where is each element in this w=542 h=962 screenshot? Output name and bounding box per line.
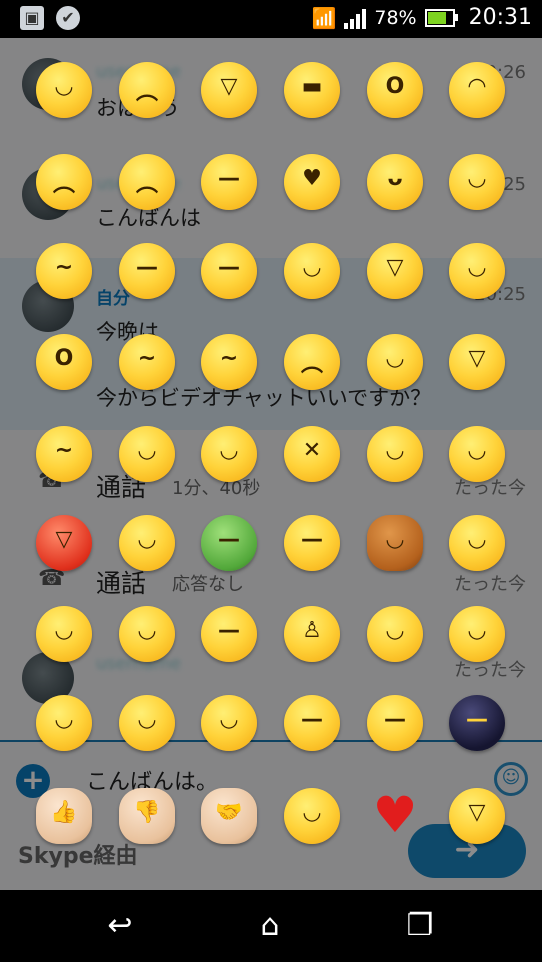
message-time: 20:25 xyxy=(474,284,526,305)
status-bar: ▣ ✔ 📶 78% 20:31 xyxy=(0,0,542,38)
back-icon[interactable]: ↩ xyxy=(100,906,140,946)
call-title: 通話 xyxy=(96,569,147,598)
wifi-icon: 📶 xyxy=(311,5,337,30)
phone-icon: ☎ xyxy=(38,468,66,493)
compose-area: + こんばんは。 ☺ Skype経由 ➜ xyxy=(0,740,542,892)
message-text: こんばんは xyxy=(96,206,201,230)
message-item[interactable]: username たった今 xyxy=(0,628,542,740)
message-sender: 自分 xyxy=(96,289,130,309)
send-button[interactable]: ➜ xyxy=(408,824,526,878)
message-sender: username xyxy=(96,62,181,82)
recent-apps-icon[interactable]: ❐ xyxy=(400,906,440,946)
message-text: 今からビデオチャットいいですか？ xyxy=(96,386,432,410)
call-time: たった今 xyxy=(454,574,526,595)
avatar[interactable] xyxy=(22,168,74,220)
message-time: たった今 xyxy=(454,660,526,681)
message-sender: username xyxy=(96,654,181,674)
call-item[interactable]: ☎ 通話 1分、40秒 たった今 xyxy=(0,452,542,512)
avatar[interactable] xyxy=(22,652,74,704)
navigation-bar: ↩ ⌂ ❐ xyxy=(0,890,542,962)
clock: 20:31 xyxy=(468,5,532,30)
message-text: おはよう xyxy=(96,96,180,120)
phone-icon: ☎ xyxy=(38,566,66,591)
call-title: 通話 xyxy=(96,473,147,502)
call-detail: 1分、40秒 xyxy=(172,478,261,499)
message-item[interactable]: username おはよう 20:26 xyxy=(0,38,542,150)
call-detail: 応答なし xyxy=(172,574,244,595)
call-item[interactable]: ☎ 通話 応答なし たった今 xyxy=(0,550,542,610)
image-icon: ▣ xyxy=(20,6,44,30)
emoticon-button[interactable]: ☺ xyxy=(494,762,528,796)
battery-icon xyxy=(424,8,458,27)
signal-icon xyxy=(344,7,367,29)
message-input[interactable]: こんばんは。 xyxy=(86,764,218,796)
home-icon[interactable]: ⌂ xyxy=(250,906,290,946)
battery-percent: 78% xyxy=(374,6,417,29)
message-text: 今晩は xyxy=(96,320,159,344)
via-label: Skype経由 xyxy=(18,844,138,869)
call-time: たった今 xyxy=(454,478,526,499)
avatar[interactable] xyxy=(22,280,74,332)
message-time: 20:26 xyxy=(474,62,526,83)
avatar[interactable] xyxy=(22,58,74,110)
message-item[interactable]: username こんばんは 20:25 xyxy=(0,150,542,258)
add-content-button[interactable]: + xyxy=(16,764,50,798)
message-time: 20:25 xyxy=(474,174,526,195)
chat-history[interactable]: username おはよう 20:26 username こんばんは 20:25… xyxy=(0,38,542,740)
check-shield-icon: ✔ xyxy=(56,6,80,30)
message-sender: username xyxy=(96,174,181,194)
message-item-own[interactable]: 自分 今晩は 今からビデオチャットいいですか？ 20:25 xyxy=(0,258,542,430)
